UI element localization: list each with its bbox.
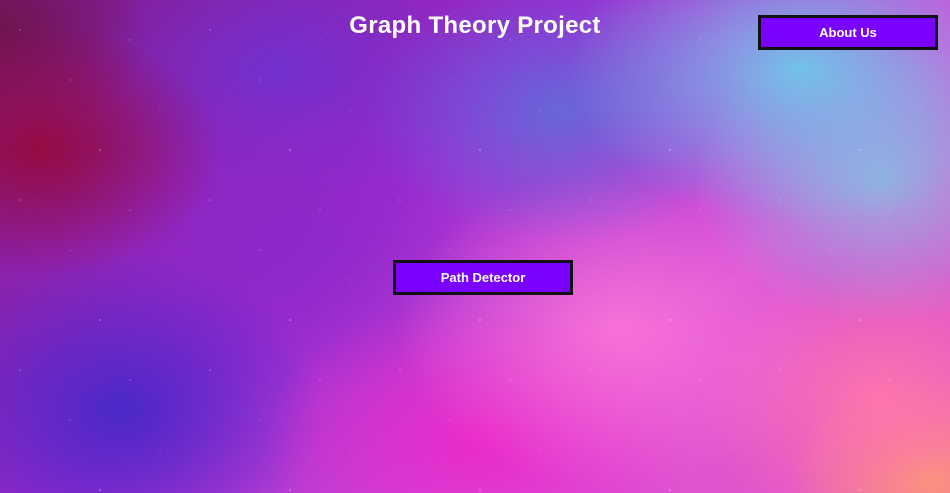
about-us-button[interactable]: About Us: [758, 15, 938, 50]
nebula-background: [0, 0, 950, 493]
path-detector-button[interactable]: Path Detector: [393, 260, 573, 295]
